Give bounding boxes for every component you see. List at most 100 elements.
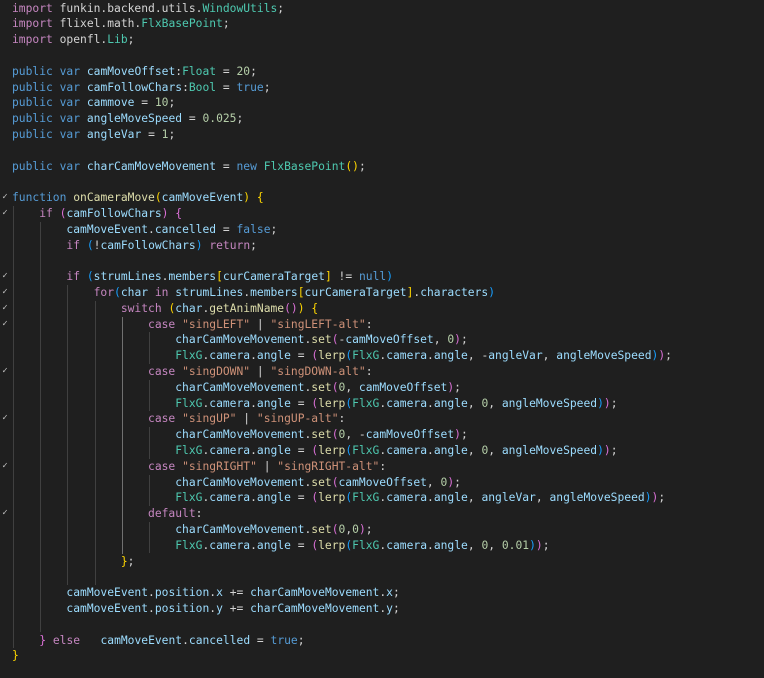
code-line[interactable]: }; [0, 554, 764, 570]
code-line[interactable]: camMoveEvent.cancelled = false; [0, 222, 764, 238]
token-pl: ; [127, 33, 135, 47]
code-line[interactable] [0, 143, 764, 159]
token-var: camMoveEvent [66, 222, 149, 236]
code-text: switch (char.getAnimName()) { [12, 301, 318, 317]
fold-chevron-icon[interactable]: ✓ [0, 364, 10, 380]
fold-chevron-icon[interactable]: ✓ [0, 206, 10, 222]
code-line[interactable]: ✓ case "singLEFT" | "singLEFT-alt": [0, 317, 764, 333]
code-line[interactable]: camMoveEvent.position.x += charCamMoveMo… [0, 585, 764, 601]
token-br2: { [175, 206, 183, 220]
token-var: camera [209, 491, 251, 505]
token-kw: in [154, 285, 169, 299]
token-ty: FlxG [352, 396, 380, 410]
token-var: camFollowChars [86, 80, 183, 94]
token-st: null [358, 270, 387, 284]
token-pl: ; [460, 333, 468, 347]
token-st: public [12, 159, 53, 173]
token-op: = [250, 633, 271, 647]
token-var: camFollowChars [100, 238, 196, 252]
code-text: }; [12, 554, 135, 570]
code-line[interactable]: FlxG.camera.angle = (lerp(FlxG.camera.an… [0, 396, 764, 412]
token-var: camMoveOffset [345, 333, 434, 347]
token-var: angle [256, 491, 291, 505]
token-var: strumLines [175, 285, 244, 299]
token-var: camFollowChars [66, 206, 162, 220]
code-line[interactable]: FlxG.camera.angle = (lerp(FlxG.camera.an… [0, 538, 764, 554]
code-text: FlxG.camera.angle = (lerp(FlxG.camera.an… [12, 490, 665, 506]
token-st: true [236, 80, 264, 94]
code-line[interactable]: } [0, 648, 764, 664]
code-line[interactable]: ✓ case "singUP" | "singUP-alt": [0, 411, 764, 427]
token-br3: ) [597, 396, 604, 410]
token-var: charCamMoveMovement [175, 475, 305, 489]
code-line[interactable]: ✓ for(char in strumLines.members[curCame… [0, 285, 764, 301]
token-br2: ) [603, 443, 611, 457]
code-line[interactable] [0, 253, 764, 269]
token-var: camera [209, 349, 251, 363]
code-line[interactable]: public var charCamMoveMovement = new Flx… [0, 159, 764, 175]
code-line[interactable]: public var cammove = 10; [0, 95, 764, 111]
code-line[interactable]: camMoveEvent.position.y += charCamMoveMo… [0, 601, 764, 617]
fold-chevron-icon[interactable]: ✓ [0, 301, 10, 317]
code-line[interactable]: } else camMoveEvent.cancelled = true; [0, 633, 764, 649]
code-line[interactable]: public var camMoveOffset:Float = 20; [0, 64, 764, 80]
code-line[interactable]: import flixel.math.FlxBasePoint; [0, 16, 764, 32]
token-op: += [222, 586, 251, 600]
code-line[interactable]: charCamMoveMovement.set(-camMoveOffset, … [0, 332, 764, 348]
fold-chevron-icon[interactable]: ✓ [0, 459, 10, 475]
token-kw: for [93, 285, 115, 299]
fold-chevron-icon[interactable]: ✓ [0, 285, 10, 301]
fold-chevron-icon[interactable]: ✓ [0, 317, 10, 333]
code-line[interactable]: charCamMoveMovement.set(camMoveOffset, 0… [0, 475, 764, 491]
fold-chevron-icon[interactable]: ✓ [0, 411, 10, 427]
token-ty: FlxG [352, 538, 380, 552]
code-line[interactable]: if (!camFollowChars) return; [0, 238, 764, 254]
token-pl: ; [392, 586, 400, 600]
token-pl: funkin.backend.utils. [52, 1, 203, 15]
code-line[interactable]: ✓ function onCameraMove(camMoveEvent) { [0, 190, 764, 206]
token-st: var [59, 127, 81, 141]
token-pl: ; [460, 428, 468, 442]
code-line[interactable]: public var angleMoveSpeed = 0.025; [0, 111, 764, 127]
token-br2: ( [331, 333, 339, 347]
token-pl: . [250, 538, 257, 552]
code-line[interactable]: ✓ case "singDOWN" | "singDOWN-alt": [0, 364, 764, 380]
code-line[interactable]: ✓ if (strumLines.members[curCameraTarget… [0, 269, 764, 285]
code-line[interactable]: ✓ switch (char.getAnimName()) { [0, 301, 764, 317]
code-line[interactable]: ✓ default: [0, 506, 764, 522]
code-line[interactable] [0, 48, 764, 64]
token-pl: : [379, 459, 387, 473]
fold-chevron-icon[interactable]: ✓ [0, 506, 10, 522]
token-kw: switch [120, 301, 162, 315]
code-line[interactable] [0, 569, 764, 585]
code-line[interactable]: FlxG.camera.angle = (lerp(FlxG.camera.an… [0, 443, 764, 459]
code-line[interactable]: charCamMoveMovement.set(0, camMoveOffset… [0, 380, 764, 396]
token-br3: ) [386, 270, 393, 284]
token-var: angleMoveSpeed [501, 443, 598, 457]
code-line[interactable]: charCamMoveMovement.set(0,0); [0, 522, 764, 538]
code-line[interactable] [0, 617, 764, 633]
code-line[interactable] [0, 174, 764, 190]
code-line[interactable]: ✓ case "singRIGHT" | "singRIGHT-alt": [0, 459, 764, 475]
token-pl: : [338, 412, 346, 426]
code-line[interactable]: public var angleVar = 1; [0, 127, 764, 143]
code-line[interactable]: ✓ if (camFollowChars) { [0, 206, 764, 222]
token-pl: . [427, 538, 434, 552]
code-line[interactable]: FlxG.camera.angle = (lerp(FlxG.camera.an… [0, 348, 764, 364]
code-editor[interactable]: import funkin.backend.utils.WindowUtils;… [0, 0, 764, 678]
token-str: "singRIGHT" [182, 459, 257, 473]
token-pl: , [467, 443, 482, 457]
code-line[interactable]: FlxG.camera.angle = (lerp(FlxG.camera.an… [0, 490, 764, 506]
fold-chevron-icon[interactable]: ✓ [0, 269, 10, 285]
code-line[interactable]: import funkin.backend.utils.WindowUtils; [0, 1, 764, 17]
code-line[interactable]: import openfl.Lib; [0, 32, 764, 48]
fold-chevron-icon[interactable]: ✓ [0, 190, 10, 206]
code-line[interactable]: public var camFollowChars:Bool = true; [0, 80, 764, 96]
code-line[interactable]: charCamMoveMovement.set(0, -camMoveOffse… [0, 427, 764, 443]
code-text: case "singUP" | "singUP-alt": [12, 411, 345, 427]
